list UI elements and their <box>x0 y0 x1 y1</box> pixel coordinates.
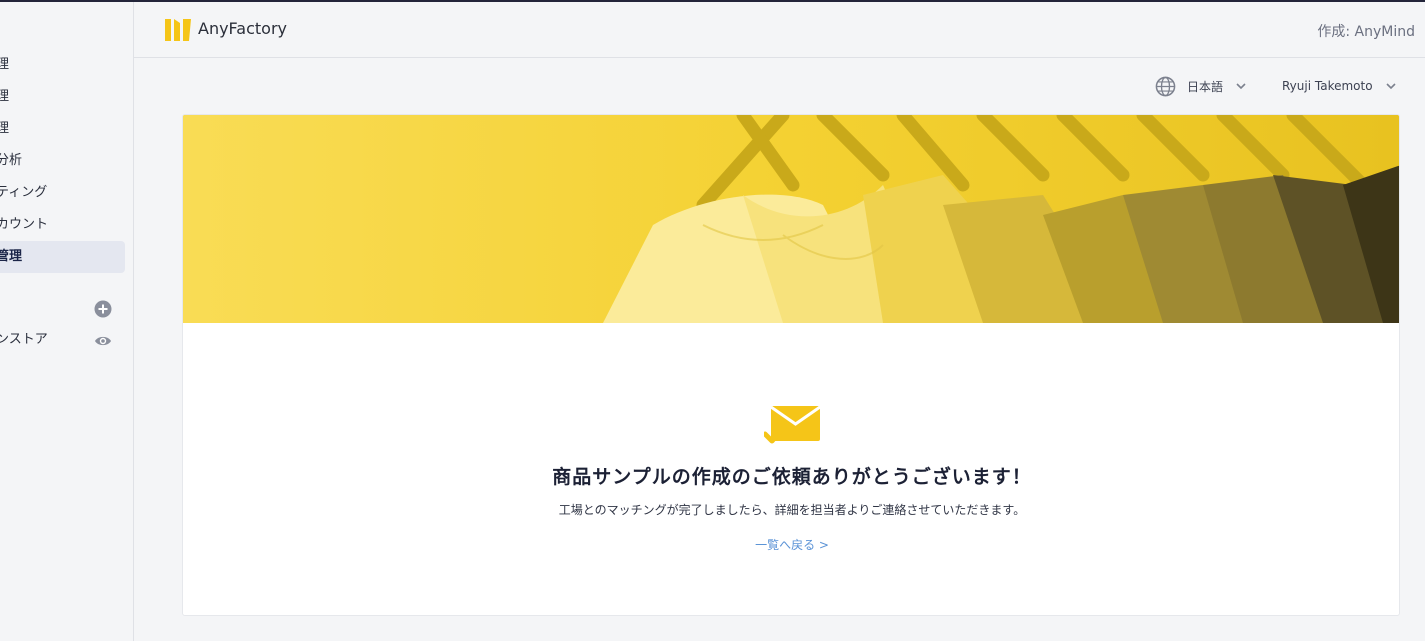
confirmation-card: 商品サンプルの作成のご依頼ありがとうございます！ 工場とのマッチングが完了しまし… <box>182 114 1400 616</box>
sidebar-item-3[interactable]: 理 <box>0 113 125 145</box>
user-menu[interactable]: Ryuji Takemoto <box>1282 74 1397 98</box>
banner-image <box>183 115 1399 323</box>
sidebar-item-account[interactable]: カウント <box>0 209 125 241</box>
app-title[interactable]: AnyFactory <box>198 19 287 38</box>
sidebar-item-analytics[interactable]: 分析 <box>0 145 125 177</box>
chevron-down-icon <box>1385 83 1396 90</box>
made-by-label: 作成: AnyMind <box>1317 24 1415 40</box>
plus-circle-icon[interactable] <box>94 300 112 318</box>
sidebar-item-2[interactable]: 理 <box>0 81 125 113</box>
language-label: 日本語 <box>1187 79 1224 94</box>
globe-icon <box>1155 76 1176 96</box>
sidebar: 理 理 理 分析 ティング カウント 管理 ンストア <box>0 2 134 641</box>
eye-icon[interactable] <box>94 332 112 350</box>
app-header: AnyFactory 作成: AnyMind <box>134 2 1425 58</box>
sidebar-item-marketing[interactable]: ティング <box>0 177 125 209</box>
language-selector[interactable]: 日本語 <box>1155 74 1247 98</box>
clothes-hanger-illustration <box>183 115 1399 323</box>
confirmation-message: 工場とのマッチングが完了しましたら、詳細を担当者よりご連絡させていただきます。 <box>558 503 1026 517</box>
chevron-down-icon <box>1236 83 1246 90</box>
back-to-list-link[interactable]: 一覧へ戻る > <box>183 536 1399 553</box>
confirmation-title: 商品サンプルの作成のご依頼ありがとうございます！ <box>552 466 1032 488</box>
sidebar-item-management-active[interactable]: 管理 <box>0 241 125 273</box>
user-name: Ryuji Takemoto <box>1282 79 1373 93</box>
sidebar-item-1[interactable]: 理 <box>0 49 125 81</box>
logo-icon[interactable] <box>165 17 191 43</box>
mail-check-icon <box>764 405 821 444</box>
